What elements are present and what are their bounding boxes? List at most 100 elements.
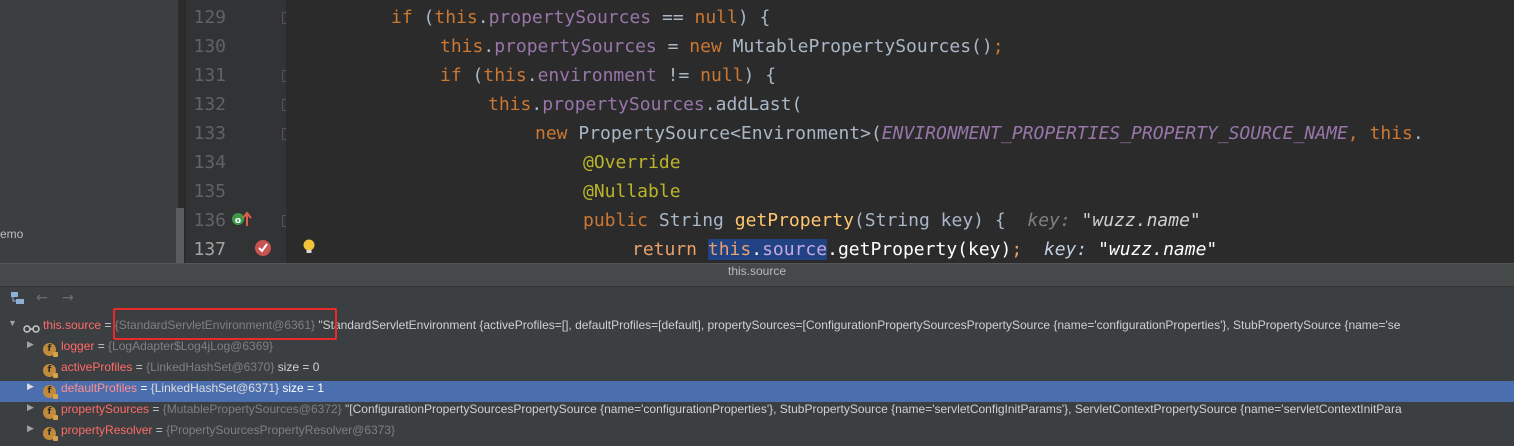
breakpoint-icon[interactable]: [253, 238, 273, 258]
annotation: @Override: [583, 152, 681, 173]
svg-text:o: o: [235, 216, 241, 226]
code-text: (: [461, 65, 484, 86]
hint-value: "wuzz.name": [1098, 239, 1218, 260]
code-text: .: [1412, 123, 1424, 144]
variable-name: this.source: [43, 318, 102, 332]
inline-value-hint: key: "wuzz.name": [1022, 239, 1217, 260]
override-method-icon[interactable]: o: [231, 210, 253, 228]
annotation-highlight-box: [113, 308, 337, 340]
code-line-137: return this.source.getProperty(key); key…: [632, 235, 1217, 263]
popup-title: this.source: [0, 264, 1514, 287]
project-tree-fragment[interactable]: emo: [0, 227, 23, 241]
keyword: this: [483, 65, 527, 86]
keyword: public: [583, 210, 649, 231]
field-icon: f: [43, 427, 58, 441]
field-icon: f: [43, 364, 58, 378]
code-text: (String key) {: [853, 210, 1006, 231]
code-text: .: [531, 94, 543, 115]
field-ref: environment: [537, 65, 657, 86]
variable-type: {PropertySourcesPropertyResolver@6373}: [166, 423, 396, 437]
keyword: this: [488, 94, 532, 115]
code-text: (: [412, 7, 435, 28]
code-text: .: [751, 239, 763, 260]
project-scrollbar[interactable]: [176, 208, 184, 263]
tree-row-defaultProfiles[interactable]: ▶ f defaultProfiles = {LinkedHashSet@637…: [0, 381, 1514, 402]
back-arrow-icon[interactable]: ←: [36, 290, 48, 306]
code-line-134: @Override: [583, 148, 681, 177]
line-number: 132: [193, 94, 226, 115]
equals-sign: =: [137, 381, 151, 395]
variable-type: {LinkedHashSet@6371}: [150, 381, 280, 395]
variable-value: "StandardServletEnvironment {activeProfi…: [315, 318, 1401, 332]
forward-arrow-icon[interactable]: →: [62, 290, 74, 306]
keyword: if: [440, 65, 462, 86]
hint-value: "wuzz.name": [1081, 210, 1201, 231]
equals-sign: =: [132, 360, 147, 374]
line-number-current: 137: [193, 239, 226, 260]
code-text: ==: [651, 7, 695, 28]
field-ref: propertySources: [488, 7, 652, 28]
keyword: return: [632, 239, 698, 260]
variable-name: activeProfiles: [61, 360, 133, 374]
tree-row-propertySources[interactable]: ▶ f propertySources = {MutablePropertySo…: [0, 402, 1514, 423]
expand-arrow-icon[interactable]: ▶: [27, 339, 34, 350]
keyword: if: [391, 7, 413, 28]
tree-view-icon[interactable]: [11, 292, 25, 305]
field-icon: f: [43, 406, 58, 420]
line-number: 130: [193, 36, 226, 57]
tree-row-propertyResolver[interactable]: ▶ f propertyResolver = {PropertySourcesP…: [0, 423, 1514, 444]
code-text: ;: [1011, 239, 1023, 260]
line-number: 133: [193, 123, 226, 144]
field-ref: propertySources: [494, 36, 657, 57]
keyword: null: [694, 7, 738, 28]
variable-type: {MutablePropertySources@6372}: [162, 402, 342, 416]
hint-label: key:: [1027, 210, 1082, 231]
equals-sign: =: [149, 402, 163, 416]
tree-row-logger[interactable]: ▶ f logger = {LogAdapter$Log4jLog@6369}: [0, 339, 1514, 360]
code-editor[interactable]: if (this.propertySources == null) { this…: [286, 0, 1514, 263]
line-number: 135: [193, 181, 226, 202]
expand-arrow-icon[interactable]: ▶: [27, 423, 34, 434]
tree-row-activeProfiles[interactable]: f activeProfiles = {LinkedHashSet@6370} …: [0, 360, 1514, 381]
code-line-135: @Nullable: [583, 177, 681, 206]
code-line-129: if (this.propertySources == null) {: [391, 3, 770, 32]
code-text: =: [656, 36, 690, 57]
code-text: ;: [992, 36, 1004, 57]
code-line-132: this.propertySources.addLast(: [488, 90, 802, 119]
method-name: getProperty: [734, 210, 854, 231]
code-text: .: [483, 36, 495, 57]
code-text: MutablePropertySources(): [721, 36, 993, 57]
expand-arrow-icon[interactable]: ▶: [27, 402, 34, 413]
field-icon: f: [43, 385, 58, 399]
keyword: new: [689, 36, 722, 57]
variable-type: {LogAdapter$Log4jLog@6369}: [108, 339, 274, 353]
code-text: ) {: [743, 65, 777, 86]
project-tool-window: emo: [0, 0, 178, 263]
code-text: .: [526, 65, 538, 86]
hint-label: key:: [1043, 239, 1099, 260]
field-ref: propertySources: [542, 94, 705, 115]
keyword: new: [535, 123, 568, 144]
field-ref: source: [762, 239, 828, 260]
lightbulb-icon[interactable]: [302, 238, 316, 256]
annotation: @Nullable: [583, 181, 681, 202]
variable-name: propertySources: [61, 402, 150, 416]
watch-glasses-icon: [23, 325, 40, 333]
line-number: 136: [193, 210, 226, 231]
code-text: .addLast(: [704, 94, 803, 115]
code-text: !=: [656, 65, 701, 86]
code-line-130: this.propertySources = new MutableProper…: [440, 32, 1004, 61]
evaluate-popup[interactable]: this.source ← → ▼ this.source = {Standar…: [0, 263, 1514, 446]
collapse-arrow-icon[interactable]: ▼: [8, 318, 17, 328]
field-icon: f: [43, 343, 58, 357]
expand-arrow-icon[interactable]: ▶: [27, 381, 34, 392]
editor-gutter: 129 130 131 132 133 134 135 136 137 o: [186, 0, 294, 263]
keyword: this: [1369, 123, 1413, 144]
equals-sign: =: [94, 339, 109, 353]
keyword: this: [707, 239, 752, 260]
variable-value: size = 0: [274, 360, 320, 374]
keyword: null: [700, 65, 744, 86]
code-line-136: public String getProperty(String key) { …: [583, 206, 1201, 235]
keyword: this: [440, 36, 484, 57]
